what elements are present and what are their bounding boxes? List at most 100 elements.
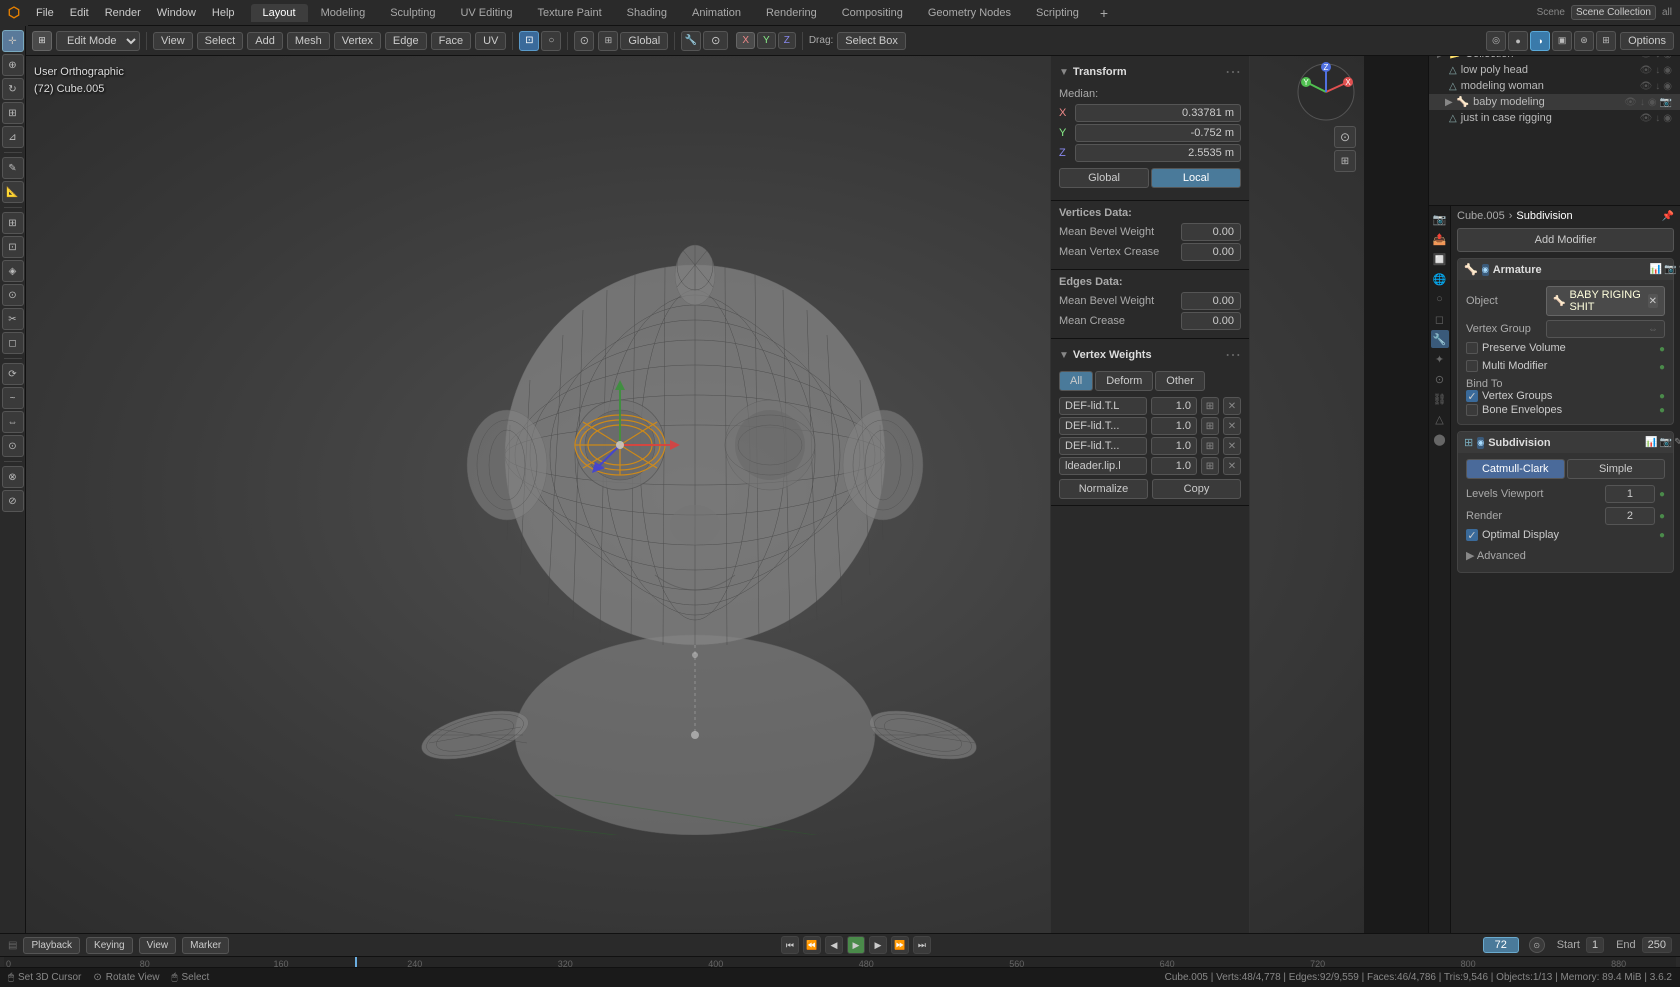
end-value[interactable]: 250 — [1642, 937, 1672, 953]
weight-name-2[interactable]: DEF-lid.T... — [1059, 437, 1147, 455]
props-icon-particles[interactable]: ✦ — [1431, 350, 1449, 368]
outline-item-lowpoly[interactable]: △ low poly head 👁 ↓ ◉ — [1429, 62, 1680, 78]
step-fwd-btn[interactable]: ▶ — [869, 936, 887, 954]
overlay-btn[interactable]: ⊛ — [1574, 31, 1594, 51]
subdiv-render[interactable]: 📷 — [1660, 437, 1672, 448]
tool-inset[interactable]: ⊡ — [2, 236, 24, 258]
vertex-groups-checkbox[interactable]: ✓ — [1466, 390, 1478, 402]
add-modifier-btn[interactable]: Add Modifier — [1457, 228, 1674, 252]
breadcrumb-pin[interactable]: 📌 — [1662, 211, 1674, 222]
props-icon-data[interactable]: △ — [1431, 410, 1449, 428]
mode-icon[interactable]: ⊞ — [32, 31, 52, 51]
keying-menu[interactable]: Keying — [86, 937, 133, 954]
jump-start-btn[interactable]: ⏮ — [781, 936, 799, 954]
viewport-shading-4[interactable]: ▣ — [1552, 31, 1572, 51]
copy-btn[interactable]: Copy — [1152, 479, 1241, 499]
armature-visibility-toggle[interactable]: ◉ — [1482, 264, 1489, 276]
options-btn[interactable]: Options — [1620, 32, 1674, 50]
rigging-vis[interactable]: 👁 — [1640, 113, 1653, 124]
normalize-btn[interactable]: Normalize — [1059, 479, 1148, 499]
transform-dots[interactable]: ⋯ — [1225, 62, 1241, 82]
object-clear-btn[interactable]: ✕ — [1648, 294, 1658, 308]
preserve-volume-checkbox[interactable] — [1466, 342, 1478, 354]
props-icon-scene[interactable]: 🌐 — [1431, 270, 1449, 288]
transform-header[interactable]: ▼ Transform ⋯ — [1059, 62, 1241, 82]
vw-dots[interactable]: ⋯ — [1225, 345, 1241, 365]
outline-item-baby[interactable]: ▶ 🦴 baby modeling 👁 ↓ ◉ 📷 — [1429, 94, 1680, 110]
vertex-weights-header[interactable]: ▼ Vertex Weights ⋯ — [1059, 345, 1241, 365]
render-value[interactable]: 2 — [1605, 507, 1655, 525]
outline-item-rigging[interactable]: △ just in case rigging 👁 ↓ ◉ — [1429, 110, 1680, 126]
tool-extrude[interactable]: ⊞ — [2, 212, 24, 234]
tab-add[interactable]: + — [1092, 5, 1116, 21]
tool-edge-slide[interactable]: ⇔ — [2, 411, 24, 433]
armature-realtime[interactable]: 📊 — [1650, 264, 1662, 275]
bone-envelopes-checkbox[interactable] — [1466, 404, 1478, 416]
step-back-btn[interactable]: ◀ — [825, 936, 843, 954]
viewport-shading-2[interactable]: ● — [1508, 31, 1528, 51]
tab-rendering[interactable]: Rendering — [754, 4, 829, 22]
woman-sel[interactable]: ↓ — [1655, 81, 1660, 92]
tab-global[interactable]: Global — [1059, 168, 1149, 188]
axis-gizmo[interactable]: X Y Z — [1296, 62, 1356, 122]
catmull-clark-tab[interactable]: Catmull-Clark — [1466, 459, 1565, 479]
props-icon-output[interactable]: 📤 — [1431, 230, 1449, 248]
menu-file[interactable]: File — [28, 4, 62, 22]
tool-shear[interactable]: ⊘ — [2, 490, 24, 512]
vertex-menu[interactable]: Vertex — [334, 32, 381, 50]
tab-rigg[interactable]: Rigg — [1249, 166, 1250, 203]
snap-btn[interactable]: 🔧 — [681, 31, 701, 51]
lowpoly-hide[interactable]: ◉ — [1663, 65, 1672, 76]
tool-cursor[interactable]: ✛ — [2, 30, 24, 52]
tool-annotate[interactable]: ✎ — [2, 157, 24, 179]
mesh-menu[interactable]: Mesh — [287, 32, 330, 50]
start-value[interactable]: 1 — [1586, 937, 1604, 953]
vertex-group-value[interactable]: ⇔ — [1546, 320, 1665, 338]
subdiv-realtime[interactable]: 📊 — [1645, 437, 1657, 448]
tab-geometry-nodes[interactable]: Geometry Nodes — [916, 4, 1023, 22]
tab-uv-editing[interactable]: UV Editing — [448, 4, 524, 22]
menu-edit[interactable]: Edit — [62, 4, 97, 22]
select-menu[interactable]: Select — [197, 32, 244, 50]
tab-compositing[interactable]: Compositing — [830, 4, 915, 22]
tool-knife[interactable]: ✂ — [2, 308, 24, 330]
tool-scale[interactable]: ⊞ — [2, 102, 24, 124]
current-frame[interactable]: 72 — [1483, 937, 1519, 953]
y-axis-btn[interactable]: Y — [757, 32, 776, 49]
face-menu[interactable]: Face — [431, 32, 471, 50]
tool-shrink[interactable]: ⊙ — [2, 435, 24, 457]
tool-loop-cut[interactable]: ⊙ — [2, 284, 24, 306]
edge-bevel-value[interactable]: 0.00 — [1181, 292, 1241, 310]
prev-keyframe-btn[interactable]: ⏪ — [803, 936, 821, 954]
proportional-btn[interactable]: ⊙ — [574, 31, 594, 51]
subdiv-edit[interactable]: ✎ — [1674, 437, 1680, 448]
weight-val-1[interactable]: 1.0 — [1151, 417, 1197, 435]
baby-hide[interactable]: ◉ — [1648, 97, 1657, 108]
playback-menu[interactable]: Playback — [23, 937, 80, 954]
tool-smooth[interactable]: ~ — [2, 387, 24, 409]
viewport-shading-1[interactable]: ◎ — [1486, 31, 1506, 51]
weight-del-icon-0[interactable]: ✕ — [1223, 397, 1241, 415]
vertex-group-swap[interactable]: ⇔ — [1648, 324, 1658, 335]
x-axis-btn[interactable]: X — [736, 32, 755, 49]
add-menu[interactable]: Add — [247, 32, 283, 50]
tab-modeling[interactable]: Modeling — [309, 4, 378, 22]
lowpoly-sel[interactable]: ↓ — [1655, 65, 1660, 76]
props-icon-physics[interactable]: ⊙ — [1431, 370, 1449, 388]
tab-scripting[interactable]: Scripting — [1024, 4, 1091, 22]
weight-val-0[interactable]: 1.0 — [1151, 397, 1197, 415]
tool-transform[interactable]: ⊿ — [2, 126, 24, 148]
menu-help[interactable]: Help — [204, 4, 243, 22]
woman-hide[interactable]: ◉ — [1663, 81, 1672, 92]
scene-selector[interactable]: Scene Collection — [1571, 5, 1656, 20]
jump-end-btn[interactable]: ⏭ — [913, 936, 931, 954]
tool-rip[interactable]: ⊗ — [2, 466, 24, 488]
weight-del-icon-2[interactable]: ✕ — [1223, 437, 1241, 455]
weight-copy-icon-3[interactable]: ⊞ — [1201, 457, 1219, 475]
tool-spin[interactable]: ⟳ — [2, 363, 24, 385]
levels-viewport-value[interactable]: 1 — [1605, 485, 1655, 503]
props-icon-view[interactable]: 🔲 — [1431, 250, 1449, 268]
viewport-shading-3[interactable]: ◑ — [1530, 31, 1550, 51]
props-icon-constraints[interactable]: ⛓ — [1431, 390, 1449, 408]
baby-vis[interactable]: 👁 — [1624, 97, 1637, 108]
